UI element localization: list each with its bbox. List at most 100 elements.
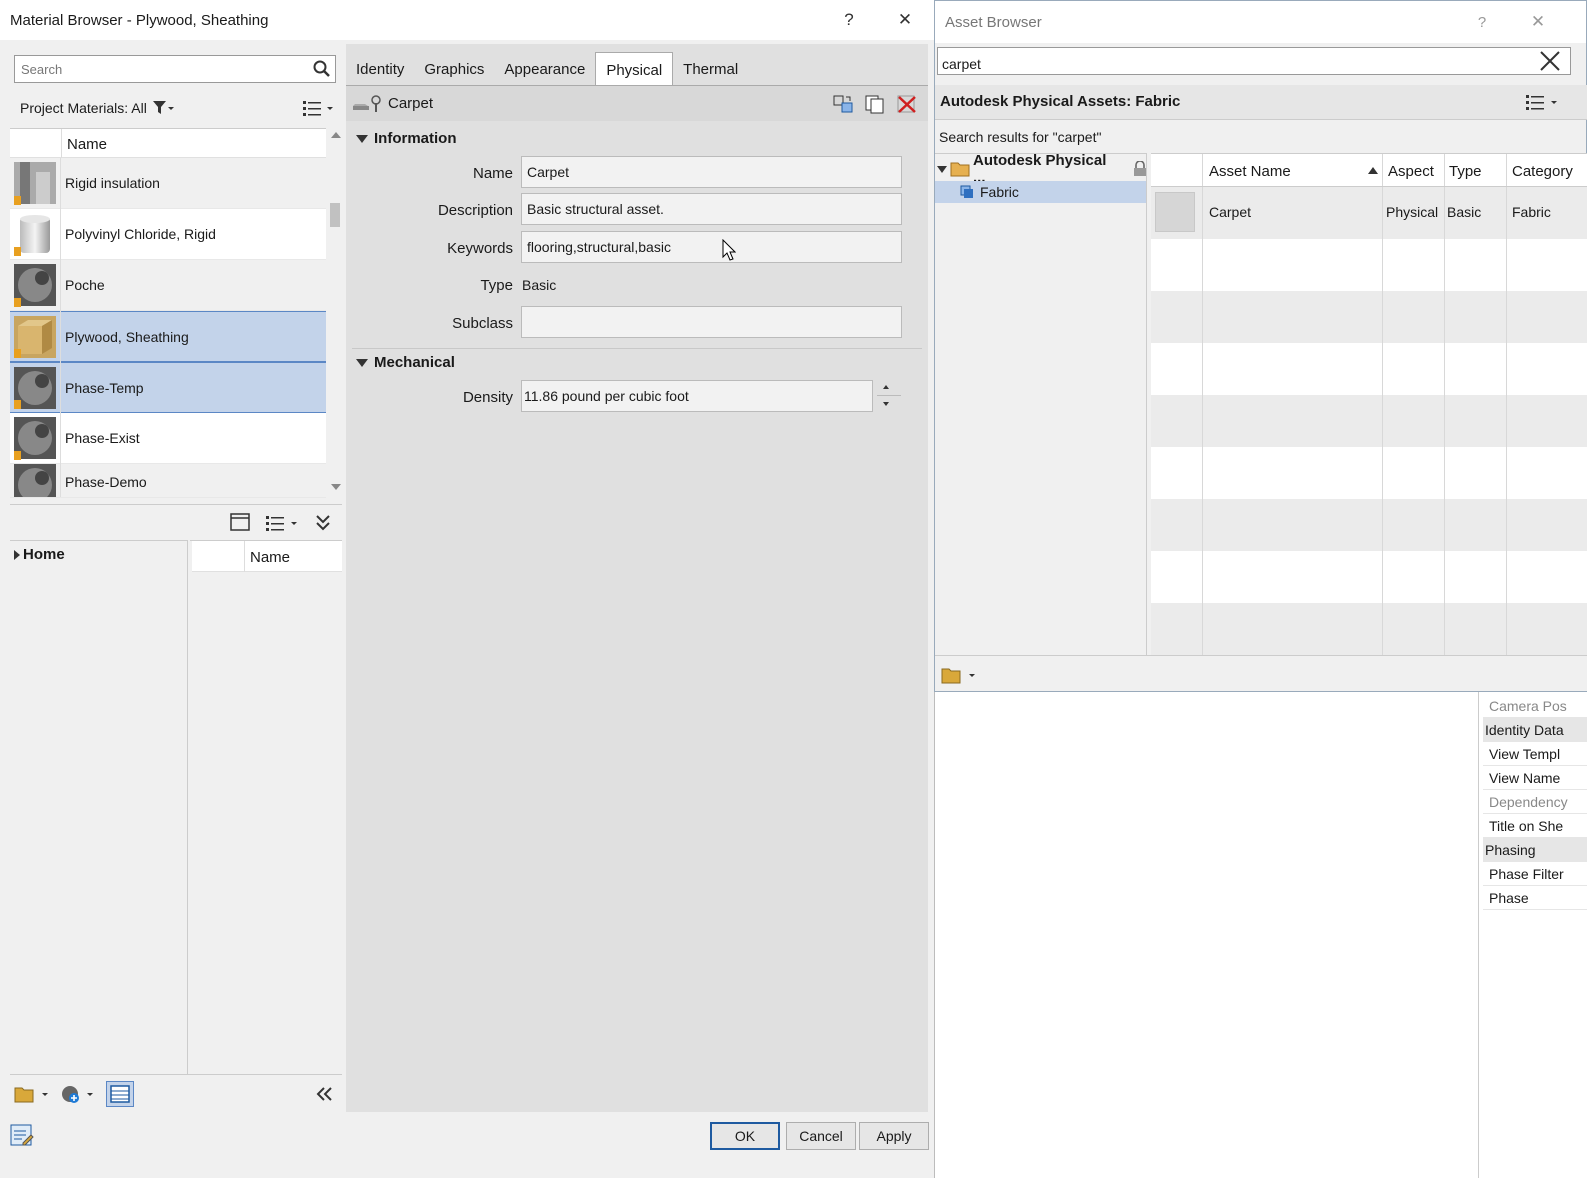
asset-browser-window: Asset Browser ? ✕ carpet Autodesk Physic…: [934, 0, 1587, 692]
mechanical-section-header[interactable]: Mechanical: [356, 354, 455, 371]
asset-row-carpet[interactable]: Carpet Physical Basic Fabric: [1151, 187, 1587, 239]
collapse-arrow-icon[interactable]: [356, 134, 368, 143]
tab-identity[interactable]: Identity: [346, 52, 414, 86]
editor-tabs: Identity Graphics Appearance Physical Th…: [346, 52, 748, 87]
tree-node-fabric[interactable]: Fabric: [935, 181, 1146, 203]
scroll-thumb[interactable]: [330, 203, 340, 227]
material-name: Rigid insulation: [65, 175, 160, 191]
list-view-options-icon[interactable]: [302, 99, 336, 117]
density-spinner[interactable]: [877, 380, 901, 412]
tab-physical[interactable]: Physical: [595, 52, 674, 87]
information-header-label: Information: [374, 130, 457, 147]
toggle-library-panel-icon[interactable]: [230, 513, 250, 531]
property-phase[interactable]: Phase: [1483, 886, 1587, 910]
lock-icon: [1133, 161, 1147, 177]
asset-browser-toggle-icon[interactable]: [106, 1081, 134, 1107]
property-group-phasing[interactable]: Phasing: [1483, 838, 1587, 862]
material-editor-toggle-icon[interactable]: [10, 1124, 34, 1148]
density-field[interactable]: 11.86 pound per cubic foot: [521, 380, 873, 412]
asset-help-button[interactable]: ?: [1467, 10, 1497, 34]
library-filter-label: Project Materials: All: [20, 100, 147, 116]
cancel-button[interactable]: Cancel: [786, 1122, 856, 1150]
keywords-field[interactable]: flooring,structural,basic: [521, 231, 902, 263]
scroll-down-arrow[interactable]: [331, 484, 341, 490]
material-row-pvc-rigid[interactable]: Polyvinyl Chloride, Rigid: [10, 208, 326, 260]
tab-appearance[interactable]: Appearance: [494, 52, 595, 86]
material-thumbnail: [10, 362, 61, 413]
home-label: Home: [23, 546, 65, 563]
tab-graphics[interactable]: Graphics: [414, 52, 494, 86]
replace-asset-icon[interactable]: [832, 94, 854, 114]
expand-arrow-icon[interactable]: [14, 549, 20, 560]
scroll-up-arrow[interactable]: [331, 132, 341, 138]
spin-up-icon[interactable]: [883, 385, 889, 389]
asset-row-empty: [1151, 499, 1587, 551]
spin-down-icon[interactable]: [883, 402, 889, 406]
library-name-column-header[interactable]: Name: [250, 549, 290, 566]
open-library-icon[interactable]: [14, 1084, 48, 1104]
material-row-phase-demo[interactable]: Phase-Demo: [10, 464, 326, 498]
duplicate-asset-icon[interactable]: [864, 94, 886, 114]
material-name: Phase-Demo: [65, 474, 147, 490]
library-filter[interactable]: Project Materials: All: [10, 94, 342, 122]
asset-row-empty: [1151, 291, 1587, 343]
property-camera-position[interactable]: Camera Pos: [1483, 694, 1587, 718]
help-button[interactable]: ?: [834, 8, 864, 32]
information-section-header[interactable]: Information: [356, 130, 457, 147]
apply-button[interactable]: Apply: [859, 1122, 929, 1150]
asset-search-input[interactable]: carpet: [937, 47, 1571, 75]
expand-arrow-icon[interactable]: [937, 165, 947, 173]
name-column-header[interactable]: Name: [67, 136, 107, 153]
type-value: Basic: [522, 277, 557, 293]
search-icon[interactable]: [313, 60, 331, 78]
subclass-label: Subclass: [452, 315, 513, 332]
property-dependency[interactable]: Dependency: [1483, 790, 1587, 814]
property-group-identity-data[interactable]: Identity Data: [1483, 718, 1587, 742]
asset-view-options-icon[interactable]: [1525, 93, 1561, 111]
asset-row-empty: [1151, 447, 1587, 499]
close-button[interactable]: ✕: [890, 8, 920, 32]
description-label: Description: [437, 202, 513, 219]
subclass-field[interactable]: [521, 306, 902, 338]
tree-node-autodesk-physical[interactable]: Autodesk Physical ...: [937, 152, 1147, 186]
remove-asset-icon[interactable]: [896, 94, 918, 114]
material-thumbnail: [10, 464, 61, 497]
property-view-template[interactable]: View Templ: [1483, 742, 1587, 766]
asset-library-tree: Autodesk Physical ... Fabric: [935, 152, 1147, 655]
filter-icon[interactable]: [152, 100, 174, 116]
open-library-icon[interactable]: [941, 665, 977, 685]
asset-row-empty: [1151, 395, 1587, 447]
material-row-plywood-sheathing[interactable]: Plywood, Sheathing: [10, 311, 326, 362]
tab-thermal[interactable]: Thermal: [673, 52, 748, 86]
library-tree-home[interactable]: Home: [14, 546, 65, 563]
library-view-options-icon[interactable]: [265, 514, 301, 532]
create-material-icon[interactable]: [60, 1084, 94, 1104]
window-title: Material Browser - Plywood, Sheathing: [10, 11, 269, 29]
collapse-arrow-icon[interactable]: [356, 358, 368, 367]
property-title-on-sheet[interactable]: Title on She: [1483, 814, 1587, 838]
ok-button[interactable]: OK: [710, 1122, 780, 1150]
material-thumbnail: [10, 412, 61, 464]
tree-child-label: Fabric: [980, 184, 1019, 200]
material-row-poche[interactable]: Poche: [10, 259, 326, 311]
material-list-scrollbar[interactable]: [328, 128, 342, 494]
material-table-header: Name: [10, 128, 326, 159]
name-field[interactable]: Carpet: [521, 156, 902, 188]
material-row-phase-temp[interactable]: Phase-Temp: [10, 362, 326, 413]
library-tree: Home: [10, 540, 188, 1074]
material-name: Polyvinyl Chloride, Rigid: [65, 226, 216, 242]
description-field[interactable]: Basic structural asset.: [521, 193, 902, 225]
material-search-input[interactable]: Search: [14, 55, 336, 83]
asset-row-empty: [1151, 343, 1587, 395]
clear-search-icon[interactable]: [1539, 50, 1561, 72]
type-label: Type: [480, 277, 513, 294]
collapse-left-icon[interactable]: [314, 1085, 334, 1103]
property-view-name[interactable]: View Name: [1483, 766, 1587, 790]
column-category[interactable]: Category: [1512, 163, 1573, 180]
material-row-rigid-insulation[interactable]: Rigid insulation: [10, 157, 326, 209]
asset-close-button[interactable]: ✕: [1523, 10, 1553, 34]
material-row-phase-exist[interactable]: Phase-Exist: [10, 412, 326, 464]
collapse-down-icon[interactable]: [314, 513, 332, 533]
material-thumbnail: [10, 259, 61, 311]
property-phase-filter[interactable]: Phase Filter: [1483, 862, 1587, 886]
